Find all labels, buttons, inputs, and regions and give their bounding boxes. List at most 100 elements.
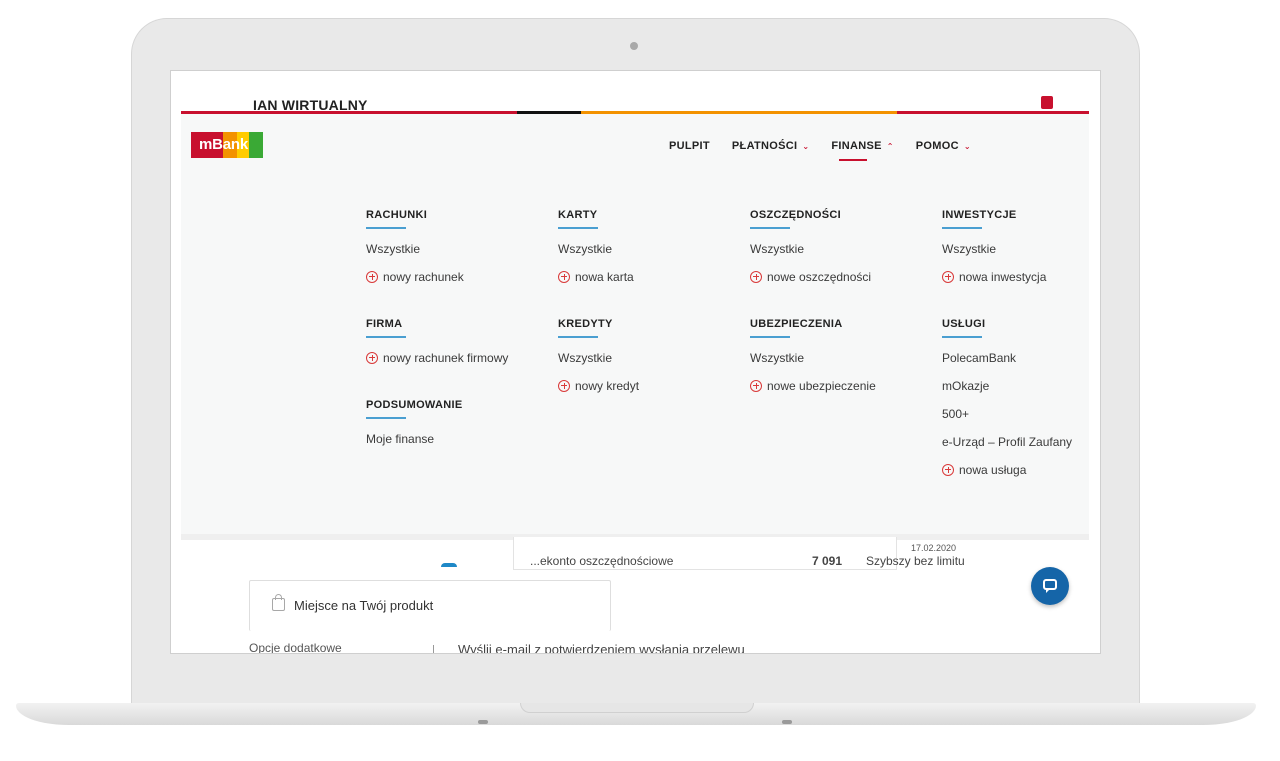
logo-block [249, 132, 263, 158]
section-underline [558, 336, 598, 338]
menu-link-label: mOkazje [942, 378, 990, 393]
plus-circle-icon [558, 270, 570, 283]
menu-link[interactable]: 500+ [942, 406, 1100, 421]
account-amount: 7 091 [812, 554, 843, 568]
menu-link[interactable]: e-Urząd – Profil Zaufany [942, 434, 1100, 449]
nav-item-label: PULPIT [669, 140, 710, 152]
screen: IAN WIRTUALNY mBank PULPIT PŁATNOŚCI ⌄ F… [170, 70, 1101, 654]
menu-link-label: nowe ubezpieczenie [767, 378, 876, 393]
menu-link-new[interactable]: nowy rachunek [366, 269, 546, 284]
finance-mega-menu: mBank PULPIT PŁATNOŚCI ⌄ FINANSE ⌃ POMOC… [181, 114, 1089, 534]
options-label: Opcje dodatkowe [249, 641, 342, 654]
section-underline [558, 227, 598, 229]
menu-link[interactable]: Wszystkie [942, 241, 1100, 256]
menu-link-label: nowa karta [575, 269, 634, 284]
menu-link-new[interactable]: nowa inwestycja [942, 269, 1100, 284]
section-title: USŁUGI [942, 318, 986, 330]
menu-link-new[interactable]: nowy kredyt [558, 378, 738, 393]
chevron-down-icon: ⌄ [963, 141, 971, 151]
menu-link-new[interactable]: nowe ubezpieczenie [750, 378, 930, 393]
nav-item-pomoc[interactable]: POMOC ⌄ [916, 140, 971, 152]
section-title: KARTY [558, 209, 598, 221]
section-underline [942, 227, 982, 229]
menu-link[interactable]: Wszystkie [558, 241, 738, 256]
laptop-foot [478, 720, 488, 724]
nav-item-platnosci[interactable]: PŁATNOŚCI ⌄ [732, 140, 809, 152]
section-title: OSZCZĘDNOŚCI [750, 209, 841, 221]
menu-link-label: nowe oszczędności [767, 269, 872, 284]
section-title: PODSUMOWANIE [366, 399, 463, 411]
plus-circle-icon [750, 379, 762, 392]
email-option-label: Wyślij e-mail z potwierdzeniem wysłania … [458, 642, 745, 654]
plus-circle-icon [366, 351, 378, 364]
section-title: RACHUNKI [366, 209, 428, 221]
radio-indicator[interactable] [441, 563, 457, 567]
chevron-down-icon: ⌄ [802, 141, 810, 151]
menu-link-new[interactable]: nowa usługa [942, 462, 1100, 477]
menu-link-label: Wszystkie [750, 241, 804, 256]
email-checkbox[interactable] [433, 645, 443, 653]
menu-section-inwestycje: INWESTYCJE Wszystkie nowa inwestycja [942, 209, 1100, 284]
menu-link-new[interactable]: nowy rachunek firmowy [366, 350, 546, 365]
section-underline [750, 336, 790, 338]
menu-link-label: Wszystkie [750, 350, 804, 365]
menu-link-label: Wszystkie [558, 241, 612, 256]
account-name: ...ekonto oszczędnościowe [530, 554, 674, 568]
menu-link-label: 500+ [942, 406, 970, 421]
menu-link[interactable]: Moje finanse [366, 431, 546, 446]
chat-button[interactable] [1031, 567, 1069, 605]
menu-section-karty: KARTY Wszystkie nowa karta [558, 209, 738, 284]
menu-section-uslugi: USŁUGI PolecamBank mOkazje 500+ e-Urząd … [942, 318, 1100, 477]
logout-icon[interactable] [1041, 96, 1053, 109]
menu-link-label: PolecamBank [942, 350, 1017, 365]
active-indicator [839, 159, 868, 161]
menu-link-new[interactable]: nowe oszczędności [750, 269, 930, 284]
menu-link-label: Moje finanse [366, 431, 435, 446]
plus-circle-icon [558, 379, 570, 392]
menu-link[interactable]: mOkazje [942, 378, 1100, 393]
section-underline [366, 336, 406, 338]
section-underline [366, 227, 406, 229]
chat-icon [1043, 579, 1057, 593]
menu-link-label: nowy kredyt [575, 378, 640, 393]
menu-link-new[interactable]: nowa karta [558, 269, 738, 284]
menu-section-rachunki: RACHUNKI Wszystkie nowy rachunek [366, 209, 546, 284]
main-nav: PULPIT PŁATNOŚCI ⌄ FINANSE ⌃ POMOC ⌄ [669, 140, 971, 161]
menu-section-podsumowanie: PODSUMOWANIE Moje finanse [366, 399, 546, 446]
menu-link[interactable]: Wszystkie [366, 241, 546, 256]
menu-link[interactable]: Wszystkie [750, 350, 930, 365]
nav-item-pulpit[interactable]: PULPIT [669, 140, 710, 152]
menu-link[interactable]: Wszystkie [558, 350, 738, 365]
section-title: KREDYTY [558, 318, 613, 330]
shopping-bag-icon [272, 594, 285, 611]
menu-link[interactable]: Wszystkie [750, 241, 930, 256]
nav-item-label: POMOC [915, 140, 959, 152]
laptop-notch [520, 703, 754, 713]
plus-circle-icon [750, 270, 762, 283]
plus-circle-icon [366, 270, 378, 283]
nav-item-finanse[interactable]: FINANSE ⌃ [831, 140, 894, 161]
laptop-foot [782, 720, 792, 724]
transfer-date: 17.02.2020 [911, 543, 957, 553]
menu-link-label: Wszystkie [558, 350, 612, 365]
section-underline [750, 227, 790, 229]
product-placeholder[interactable]: Miejsce na Twój produkt [249, 580, 611, 631]
chevron-up-icon: ⌃ [886, 141, 894, 151]
section-title: UBEZPIECZENIA [750, 318, 843, 330]
section-underline [366, 417, 406, 419]
menu-section-kredyty: KREDYTY Wszystkie nowy kredyt [558, 318, 738, 393]
transfer-type: Szybszy bez limitu [866, 554, 965, 568]
product-placeholder-text: Miejsce na Twój produkt [294, 598, 434, 613]
menu-link[interactable]: PolecamBank [942, 350, 1100, 365]
menu-link-label: nowy rachunek firmowy [383, 350, 509, 365]
section-title: INWESTYCJE [942, 209, 1017, 221]
menu-link-label: Wszystkie [942, 241, 996, 256]
account-row[interactable]: ...ekonto oszczędnościowe 7 091 [513, 537, 897, 570]
menu-link-label: Wszystkie [366, 241, 420, 256]
mbank-logo[interactable]: mBank [191, 132, 263, 158]
nav-item-label: FINANSE [831, 140, 882, 152]
menu-link-label: nowy rachunek [383, 269, 464, 284]
menu-link-label: nowa usługa [959, 462, 1027, 477]
camera-icon [630, 42, 638, 50]
section-title: FIRMA [366, 318, 403, 330]
